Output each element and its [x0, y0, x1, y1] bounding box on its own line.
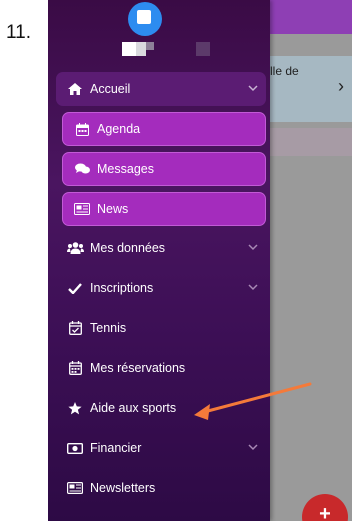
- menu-label-aide-aux-sports: Aide aux sports: [90, 401, 177, 415]
- menu-icon-partial: [66, 519, 84, 521]
- logo-mark: [137, 10, 151, 24]
- add-fab-button[interactable]: +: [302, 494, 348, 521]
- menu-item-accueil[interactable]: Accueil: [56, 72, 266, 106]
- newsletter-icon: [66, 479, 84, 497]
- menu-item-news[interactable]: News: [62, 192, 266, 226]
- app-top-bar: [268, 0, 352, 34]
- calendar-icon: [73, 120, 91, 138]
- chevron-down-icon: [248, 82, 258, 96]
- menu-label-messages: Messages: [97, 162, 154, 176]
- chat-icon: [73, 160, 91, 178]
- calendar-check-icon: [66, 319, 84, 337]
- menu-label-inscriptions: Inscriptions: [90, 281, 154, 295]
- menu-item-agenda[interactable]: Agenda: [62, 112, 266, 146]
- chevron-down-icon: [248, 441, 258, 455]
- menu-item-partial[interactable]: [56, 511, 266, 521]
- menu-item-messages[interactable]: Messages: [62, 152, 266, 186]
- user-avatar-block: [196, 42, 210, 56]
- annotation-arrow-icon: [194, 382, 312, 420]
- menu-label-tennis: Tennis: [90, 321, 127, 335]
- user-avatar-block: [122, 42, 136, 56]
- menu-item-financier[interactable]: Financier: [56, 431, 266, 465]
- star-icon: [66, 399, 84, 417]
- menu-item-newsletters[interactable]: Newsletters: [56, 471, 266, 505]
- money-icon: [66, 439, 84, 457]
- menu-label-accueil: Accueil: [90, 82, 131, 96]
- menu-label-news: News: [97, 202, 129, 216]
- menu-item-tennis[interactable]: Tennis: [56, 311, 266, 345]
- phone-screen: lle de › + Accueil Agenda Messages News …: [48, 0, 352, 521]
- menu-label-mes-donnees: Mes données: [90, 241, 166, 255]
- plus-icon: +: [319, 503, 331, 521]
- check-icon: [66, 279, 84, 297]
- user-avatar-block: [136, 42, 146, 56]
- app-strip: [268, 128, 352, 156]
- users-icon: [66, 239, 84, 257]
- chevron-down-icon: [248, 241, 258, 255]
- navigation-drawer: Accueil Agenda Messages News Mes données…: [48, 0, 270, 521]
- user-avatar-block: [146, 42, 154, 50]
- chevron-right-icon: ›: [338, 76, 344, 96]
- menu-item-mes-donnees[interactable]: Mes données: [56, 231, 266, 265]
- menu-label-financier: Financier: [90, 441, 142, 455]
- menu-label-newsletters: Newsletters: [90, 481, 156, 495]
- step-number: 11.: [6, 22, 32, 43]
- home-icon: [66, 80, 84, 98]
- menu-label-mes-reservations: Mes réservations: [90, 361, 186, 375]
- app-card-text: lle de: [270, 64, 299, 78]
- chevron-down-icon: [248, 281, 258, 295]
- app-card[interactable]: lle de ›: [268, 56, 352, 122]
- newspaper-icon: [73, 200, 91, 218]
- app-logo: [128, 2, 162, 36]
- menu-label-agenda: Agenda: [97, 122, 141, 136]
- calendar-icon: [66, 359, 84, 377]
- menu-item-inscriptions[interactable]: Inscriptions: [56, 271, 266, 305]
